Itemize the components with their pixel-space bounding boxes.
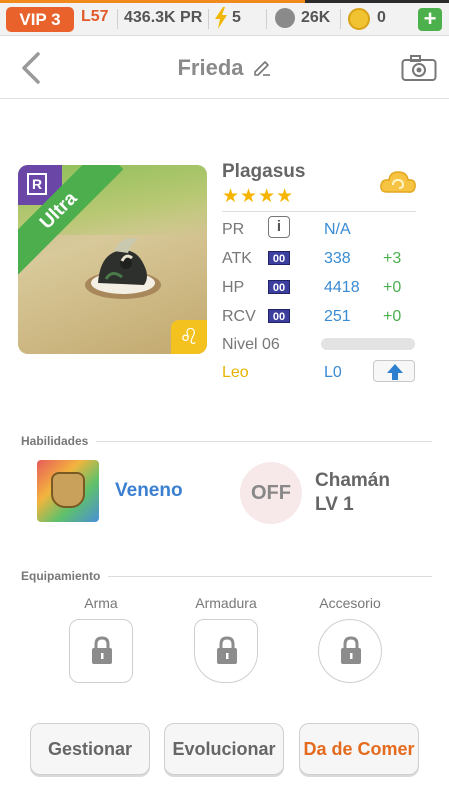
paw-icon [275,8,295,28]
stat-label-rcv: RCV [222,308,256,325]
star-rating: ★★★★ [222,186,295,207]
pencil-icon[interactable] [252,57,272,77]
stat-bonus-rcv: +0 [383,308,402,325]
stat-value-rcv: 251 [324,308,351,325]
stat-badge-atk: 00 [268,251,290,265]
arrow-up-icon [387,364,403,380]
lock-icon [341,636,361,664]
level-progress-bar [321,338,415,350]
coin-icon [348,8,370,30]
lock-icon [92,636,112,664]
feed-button[interactable]: Da de Comer [299,723,419,775]
paw-count: 26K [301,9,331,26]
status-bar: VIP 3 L57 436.3K PR 5 26K 0 + [0,0,449,36]
divider [117,9,118,29]
pet-species-name: Plagasus [222,161,306,182]
shaman-toggle-off[interactable]: OFF [240,462,302,524]
weapon-slot[interactable] [69,619,133,683]
stat-badge-hp: 00 [268,280,290,294]
cloud-icon [380,171,416,193]
skill-icon[interactable] [37,460,99,522]
class-name: Chamán [315,470,390,491]
info-button[interactable]: i [268,216,290,238]
slot-label-weapon: Arma [84,595,118,611]
stat-value-pr: N/A [324,221,351,238]
energy-progress-track [0,0,449,3]
evolve-button[interactable]: Evolucionar [164,723,284,775]
stat-label-pr: PR [222,221,245,238]
divider [208,9,209,29]
header: Frieda [0,37,449,99]
zodiac-sign-level: L0 [324,364,342,381]
pet-creature-image [85,238,161,299]
camera-icon[interactable] [401,54,437,82]
pet-nickname: Frieda [177,55,244,80]
stat-bonus-atk: +3 [383,250,402,267]
class-level: LV 1 [315,494,354,515]
rank-letter: R [27,173,47,195]
level-label: Nivel 06 [222,336,280,353]
stat-value-hp: 4418 [324,279,360,296]
energy-progress-fill [0,0,306,3]
stat-label-atk: ATK [222,250,252,267]
page-title: Frieda [0,55,449,81]
lock-icon [217,636,237,664]
energy-count: 5 [232,9,241,26]
armor-slot[interactable] [194,619,258,683]
accessory-slot[interactable] [318,619,382,683]
slot-label-armor: Armadura [195,595,257,611]
add-currency-button[interactable]: + [418,8,442,31]
skill-name[interactable]: Veneno [115,480,183,502]
coin-count: 0 [377,9,386,26]
section-title-skills: Habilidades [21,434,97,448]
zodiac-sign-name: Leo [222,364,249,381]
stat-label-hp: HP [222,279,245,296]
divider [222,211,416,212]
power-rating: 436.3K PR [124,9,203,26]
section-title-equipment: Equipamiento [21,569,109,583]
zodiac-leo-icon: ♌ [171,320,207,354]
stat-value-atk: 338 [324,250,351,267]
manage-button[interactable]: Gestionar [30,723,150,775]
upgrade-button[interactable] [373,360,415,382]
skull-icon [51,472,85,508]
divider [340,9,341,29]
divider [266,9,267,29]
stat-badge-rcv: 00 [268,309,290,323]
vip-badge[interactable]: VIP 3 [6,7,74,32]
stat-bonus-hp: +0 [383,279,402,296]
pet-portrait[interactable]: R Ultra ♌ [18,165,207,354]
player-level: L57 [81,8,109,25]
lightning-icon [215,7,227,29]
slot-label-accessory: Accesorio [319,595,381,611]
